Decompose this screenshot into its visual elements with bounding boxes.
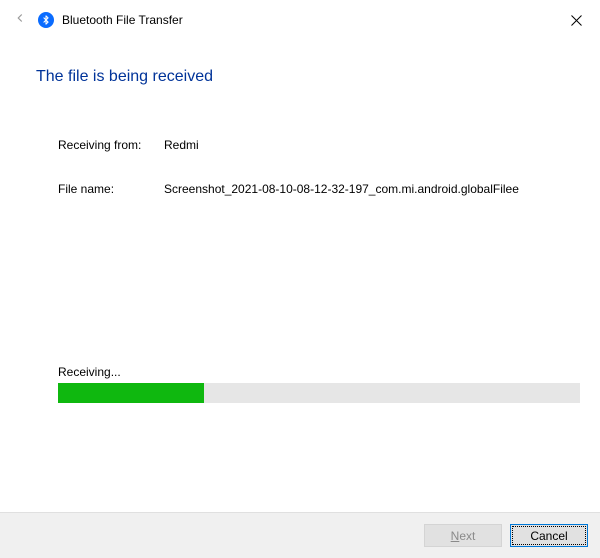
file-name-label: File name: xyxy=(58,182,164,196)
progress-status-label: Receiving... xyxy=(58,365,580,379)
info-block: Receiving from: Redmi File name: Screens… xyxy=(0,86,600,196)
file-name-row: File name: Screenshot_2021-08-10-08-12-3… xyxy=(58,182,600,196)
progress-bar xyxy=(58,383,580,403)
page-heading: The file is being received xyxy=(0,40,600,86)
back-arrow-icon[interactable] xyxy=(8,11,32,30)
window-title: Bluetooth File Transfer xyxy=(62,13,183,27)
progress-section: Receiving... xyxy=(58,365,580,403)
title-bar: Bluetooth File Transfer xyxy=(0,0,600,40)
bluetooth-icon xyxy=(38,12,54,28)
progress-fill xyxy=(58,383,204,403)
footer-bar: Next Cancel xyxy=(0,512,600,558)
cancel-button[interactable]: Cancel xyxy=(510,524,588,547)
close-button[interactable] xyxy=(564,8,588,32)
receiving-from-value: Redmi xyxy=(164,138,199,152)
next-button: Next xyxy=(424,524,502,547)
receiving-from-label: Receiving from: xyxy=(58,138,164,152)
receiving-from-row: Receiving from: Redmi xyxy=(58,138,600,152)
file-name-value: Screenshot_2021-08-10-08-12-32-197_com.m… xyxy=(164,182,519,196)
